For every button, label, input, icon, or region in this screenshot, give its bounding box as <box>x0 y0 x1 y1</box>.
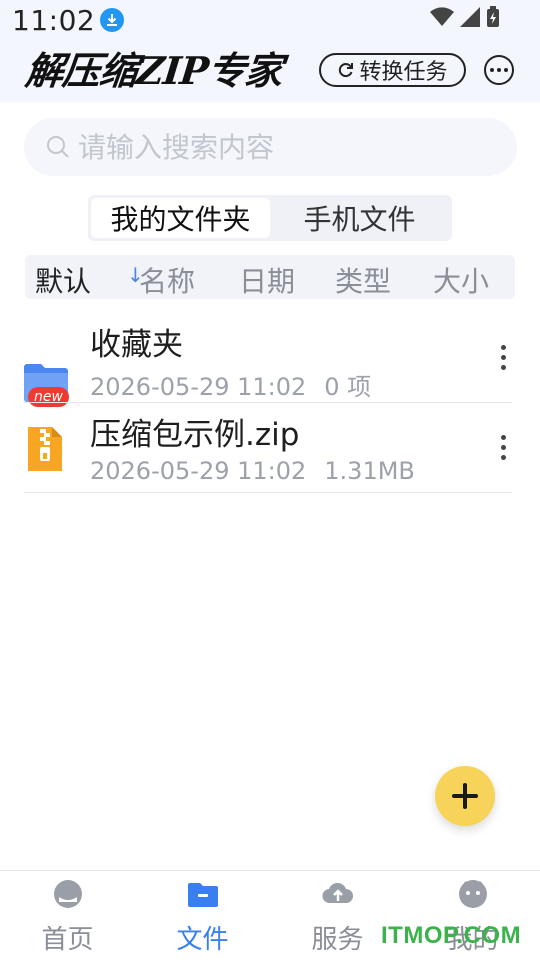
list-item[interactable]: new 收藏夹 2026-05-29 11:02 0 项 <box>0 313 540 407</box>
home-icon <box>53 880 82 908</box>
folder-minus-icon <box>187 883 218 907</box>
file-more-icon[interactable] <box>501 345 507 370</box>
nav-home[interactable]: 首页 <box>0 871 135 960</box>
file-date: 2026-05-29 11:02 <box>90 457 307 485</box>
cloud-upload-icon <box>321 882 353 904</box>
battery-icon <box>487 6 499 27</box>
sort-name[interactable]: 名称 <box>139 260 195 300</box>
tab-my-folders[interactable]: 我的文件夹 <box>91 198 270 238</box>
search-icon <box>47 136 69 158</box>
divider <box>24 492 512 493</box>
user-face-icon <box>458 880 487 908</box>
zip-file-icon <box>28 427 62 471</box>
file-size: 1.31MB <box>324 457 415 485</box>
sort-date[interactable]: 日期 <box>239 260 295 300</box>
file-name: 压缩包示例.zip <box>90 417 300 453</box>
nav-files[interactable]: 文件 <box>135 871 270 960</box>
status-time: 11:02 <box>12 4 96 37</box>
nav-home-label: 首页 <box>41 925 94 955</box>
list-item[interactable]: 压缩包示例.zip 2026-05-29 11:02 1.31MB <box>0 403 540 493</box>
file-meta: 2026-05-29 11:02 0 项 <box>90 367 371 402</box>
sort-default[interactable]: 默认 <box>35 260 91 300</box>
app-logo: 解压缩ZIP专家 <box>23 48 285 93</box>
file-name: 收藏夹 <box>90 327 183 363</box>
more-options-icon[interactable] <box>484 55 514 85</box>
status-bar: 11:02 <box>0 0 540 40</box>
signal-icon <box>460 7 480 27</box>
sort-bar: 默认 ↓ 名称 日期 类型 大小 <box>25 255 515 299</box>
file-date: 2026-05-29 11:02 <box>90 373 307 401</box>
nav-files-label: 文件 <box>176 925 229 955</box>
file-meta: 2026-05-29 11:02 1.31MB <box>90 457 415 485</box>
plus-icon <box>452 783 478 809</box>
download-icon <box>100 8 124 32</box>
tab-phone-files[interactable]: 手机文件 <box>270 198 449 238</box>
refresh-icon <box>339 63 354 78</box>
add-button[interactable] <box>435 766 495 826</box>
folder-tabs: 我的文件夹 手机文件 <box>88 195 452 241</box>
convert-tasks-label: 转换任务 <box>359 59 448 84</box>
search-input[interactable] <box>78 130 478 164</box>
convert-tasks-button[interactable]: 转换任务 <box>319 53 466 87</box>
file-item-count: 0 项 <box>324 373 372 401</box>
watermark: ITMOP.COM <box>381 922 522 949</box>
sort-type[interactable]: 类型 <box>335 260 391 300</box>
sort-size[interactable]: 大小 <box>433 260 489 300</box>
wifi-icon <box>430 7 454 27</box>
file-more-icon[interactable] <box>501 435 507 460</box>
search-bar[interactable] <box>24 118 517 176</box>
